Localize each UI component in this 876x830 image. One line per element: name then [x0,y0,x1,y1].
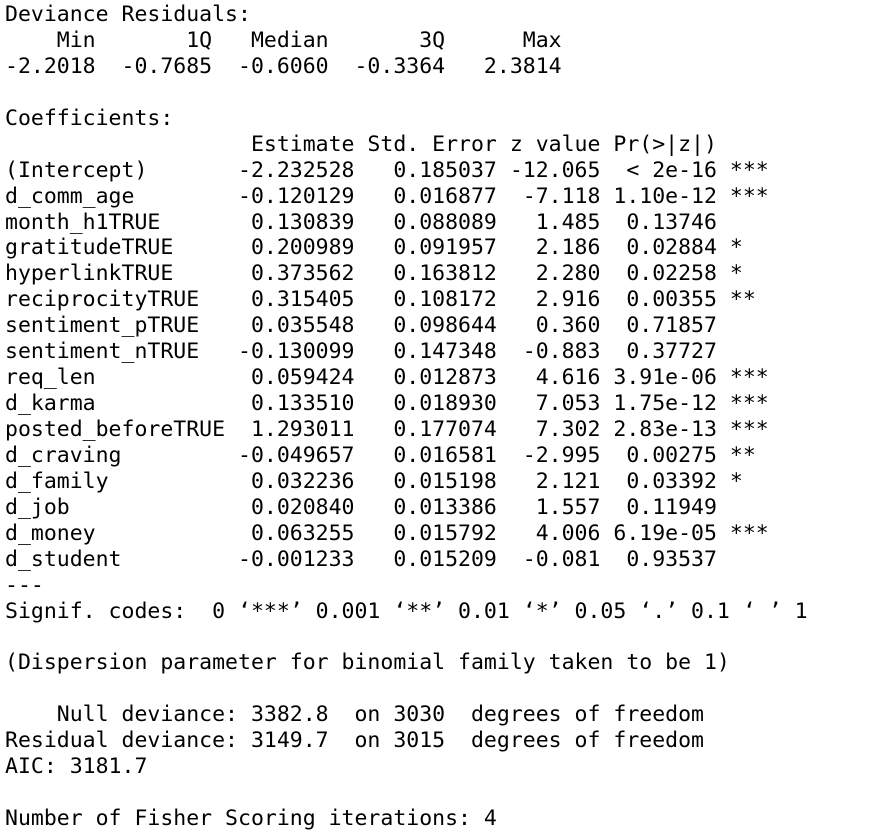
coefficients-heading: Coefficients: [5,105,174,131]
coef-row-reciprocitytrue: reciprocityTRUE 0.315405 0.108172 2.916 … [5,287,756,313]
coef-row-d-family: d_family 0.032236 0.015198 2.121 0.03392… [5,468,743,494]
coef-row-month-h1true: month_h1TRUE 0.130839 0.088089 1.485 0.1… [5,209,717,235]
coef-row-d-karma: d_karma 0.133510 0.018930 7.053 1.75e-12… [5,391,769,417]
coef-row-sentiment-ntrue: sentiment_nTRUE -0.130099 0.147348 -0.88… [5,339,717,365]
coef-row-req-len: req_len 0.059424 0.012873 4.616 3.91e-06… [5,365,769,391]
residuals-header-row: Min 1Q Median 3Q Max [5,27,562,53]
null-deviance-line: Null deviance: 3382.8 on 3030 degrees of… [5,702,704,728]
coef-row-d-money: d_money 0.063255 0.015792 4.006 6.19e-05… [5,520,769,546]
coef-row-gratitudetrue: gratitudeTRUE 0.200989 0.091957 2.186 0.… [5,235,743,261]
coef-row-sentiment-ptrue: sentiment_pTRUE 0.035548 0.098644 0.360 … [5,313,717,339]
r-console-output: Deviance Residuals: Min 1Q Median 3Q Max… [0,0,876,830]
separator-line: --- [5,572,44,598]
fisher-scoring-iterations-line: Number of Fisher Scoring iterations: 4 [5,806,497,830]
coef-row-d-job: d_job 0.020840 0.013386 1.557 0.11949 [5,494,717,520]
coef-row-intercept: (Intercept) -2.232528 0.185037 -12.065 <… [5,157,769,183]
signif-codes-line: Signif. codes: 0 ‘***’ 0.001 ‘**’ 0.01 ‘… [5,598,808,624]
coefficients-header-row: Estimate Std. Error z value Pr(>|z|) [5,131,717,157]
residual-deviance-line: Residual deviance: 3149.7 on 3015 degree… [5,728,704,754]
residuals-values-row: -2.2018 -0.7685 -0.6060 -0.3364 2.3814 [5,53,562,79]
aic-line: AIC: 3181.7 [5,754,148,780]
coef-row-d-student: d_student -0.001233 0.015209 -0.081 0.93… [5,546,717,572]
coef-row-d-craving: d_craving -0.049657 0.016581 -2.995 0.00… [5,442,756,468]
coef-row-posted-beforetrue: posted_beforeTRUE 1.293011 0.177074 7.30… [5,417,769,442]
coef-row-d-comm-age: d_comm_age -0.120129 0.016877 -7.118 1.1… [5,183,769,209]
coef-row-hyperlinktrue: hyperlinkTRUE 0.373562 0.163812 2.280 0.… [5,261,743,287]
deviance-residuals-heading: Deviance Residuals: [5,2,251,27]
dispersion-parameter-line: (Dispersion parameter for binomial famil… [5,650,730,676]
